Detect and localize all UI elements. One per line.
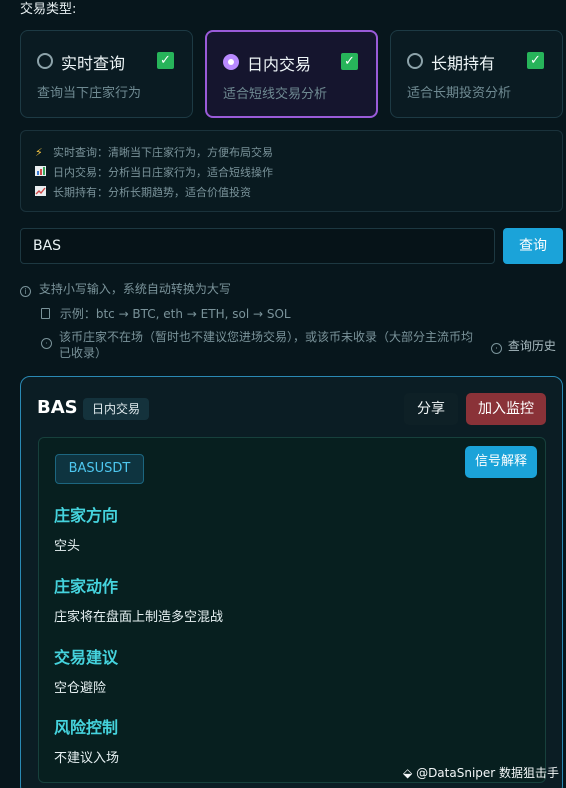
radio-button[interactable] (407, 53, 423, 69)
info-line: 长期持有：分析长期趋势，适合价值投资 (35, 184, 251, 200)
share-button[interactable]: 分享 (404, 393, 458, 425)
warning-hint: · 该币庄家不在场（暂时也不建议您进场交易），或该币未收录（大部分主流币均已收录… (41, 329, 481, 361)
watermark: ⬙ @DataSniper 数据狙击手 (403, 766, 560, 780)
pair-badge: BASUSDT (55, 454, 144, 484)
radio-button-selected[interactable] (223, 54, 239, 70)
result-symbol: BAS (37, 397, 78, 418)
mode-card-intraday[interactable]: 日内交易 ✓ 适合短线交易分析 (205, 30, 378, 118)
checkbox-checked-icon[interactable]: ✓ (157, 52, 174, 69)
info-icon: i (20, 286, 31, 297)
lightning-icon: ⚡ (35, 146, 43, 159)
mode-description: 查询当下庄家行为 (37, 86, 142, 101)
mode-info-box: ⚡ 实时查询：清晰当下庄家行为，方便布局交易 日内交易：分析当日庄家行为，适合短线… (20, 130, 563, 212)
case-hint: i 支持小写输入，系统自动转换为大写 (20, 280, 231, 297)
bar-chart-icon (35, 166, 49, 179)
mode-badge: 日内交易 (83, 398, 150, 420)
clock-icon: · (41, 338, 52, 349)
mode-description: 适合长期投资分析 (407, 86, 512, 101)
checkbox-checked-icon[interactable]: ✓ (341, 53, 358, 70)
add-monitor-button[interactable]: 加入监控 (466, 393, 546, 425)
mode-description: 适合短线交易分析 (223, 87, 328, 102)
radio-button[interactable] (37, 53, 53, 69)
symbol-search-input[interactable]: BAS (20, 228, 495, 264)
info-line: 日内交易：分析当日庄家行为，适合短线操作 (35, 164, 273, 180)
trade-type-label: 交易类型: (20, 2, 77, 17)
info-line: ⚡ 实时查询：清晰当下庄家行为，方便布局交易 (35, 146, 273, 159)
section-text-action: 庄家将在盘面上制造多空混战 (54, 610, 224, 625)
example-hint: 示例：btc → BTC, eth → ETH, sol → SOL (41, 305, 291, 322)
section-text-direction: 空头 (54, 539, 81, 554)
section-title-direction: 庄家方向 (54, 506, 119, 525)
mode-title: 日内交易 (247, 55, 312, 74)
search-button[interactable]: 查询 (503, 228, 563, 264)
section-text-advice: 空仓避险 (54, 681, 107, 696)
section-title-advice: 交易建议 (54, 648, 119, 667)
section-title-risk: 风险控制 (54, 718, 119, 737)
mode-title: 长期持有 (431, 54, 496, 73)
section-text-risk: 不建议入场 (54, 751, 120, 766)
trend-chart-icon (35, 186, 49, 199)
section-title-action: 庄家动作 (54, 577, 119, 596)
checkbox-checked-icon[interactable]: ✓ (527, 52, 544, 69)
history-link[interactable]: · 查询历史 (491, 337, 556, 354)
signal-explain-button[interactable]: 信号解释 (465, 446, 537, 478)
mode-card-realtime[interactable]: 实时查询 ✓ 查询当下庄家行为 (20, 30, 193, 118)
mode-card-longterm[interactable]: 长期持有 ✓ 适合长期投资分析 (390, 30, 563, 118)
clock-icon: · (491, 343, 502, 354)
document-icon (41, 308, 50, 319)
mode-title: 实时查询 (61, 54, 126, 73)
logo-icon: ⬙ (403, 766, 413, 780)
